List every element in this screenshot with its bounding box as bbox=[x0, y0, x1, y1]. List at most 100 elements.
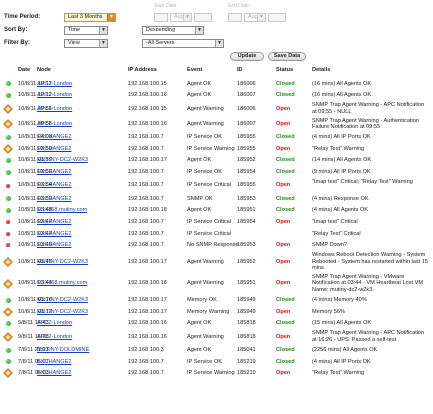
col-ip-header[interactable]: IP Address bbox=[128, 67, 157, 73]
cell-ip: 192.168.100.16 bbox=[128, 333, 167, 340]
table-row[interactable]: 10/8/11 09:56 APC1-London 192.168.100.15 Ag… bbox=[0, 101, 433, 116]
cell-node[interactable]: EXCHANGE2 bbox=[37, 370, 72, 376]
start-day-field[interactable] bbox=[154, 13, 168, 22]
table-row[interactable]: 10/8/11 03:59 MUTINY-DC2-W2K3 192.168.100.… bbox=[0, 155, 433, 167]
table-row[interactable]: 10/8/11 03:47 EXCHANGE2 192.168.100.7 IP Se… bbox=[0, 228, 433, 240]
col-details-header[interactable]: Details bbox=[312, 67, 330, 73]
cell-status: Closed bbox=[276, 207, 295, 214]
time-period-select[interactable]: Last 3 Months ▼ bbox=[64, 13, 116, 22]
cell-node[interactable]: APC1-London bbox=[37, 81, 72, 87]
cell-ip: 192.168.100.17 bbox=[128, 157, 167, 164]
cell-node[interactable]: EXCHANGE2 bbox=[37, 196, 72, 202]
cell-node[interactable]: APC2-London bbox=[37, 334, 72, 340]
table-row[interactable]: 10/8/11 04:03 EXCHANGE2 192.168.100.7 IP Se… bbox=[0, 132, 433, 144]
cell-node[interactable]: MUTINY-DC2-W2K3 bbox=[37, 309, 88, 315]
cell-id: 185219 bbox=[237, 370, 256, 377]
cell-event: Agent Warning bbox=[187, 105, 224, 112]
cell-node[interactable]: EXCHANGE2 bbox=[37, 242, 72, 248]
cell-node[interactable]: APC2-London bbox=[37, 92, 72, 98]
cell-event: IP Service Warning bbox=[187, 145, 235, 152]
end-day-field[interactable] bbox=[228, 13, 242, 22]
table-row[interactable]: 7/8/11 21:23 MUTINY-DOLDMINE 192.168.100.3… bbox=[0, 344, 433, 356]
table-row[interactable]: 10/8/11 03:46 EXCHANGE2 192.168.100.7 No SN… bbox=[0, 240, 433, 252]
cell-node[interactable]: ESX368.mutiny.com bbox=[37, 207, 87, 213]
cell-id: 185818 bbox=[237, 333, 256, 340]
cell-node[interactable]: ESX368.mutiny.com bbox=[37, 280, 87, 286]
sort-order-value: Descending bbox=[146, 27, 176, 33]
table-row[interactable]: 9/8/11 16:43 APC2-London 192.168.100.16 Age… bbox=[0, 318, 433, 330]
cell-details: SNMP Trap Agent Warning - Authentication… bbox=[312, 117, 419, 130]
cell-node[interactable]: EXCHANGE2 bbox=[37, 231, 72, 237]
cell-event: IP Service OK bbox=[187, 358, 223, 365]
cell-details: SNMP Trap Agent Warning - VMware Notific… bbox=[312, 273, 423, 293]
table-row[interactable]: 10/8/11 03:48 ESX368.mutiny.com 192.168.10… bbox=[0, 205, 433, 217]
col-status-header[interactable]: Status bbox=[276, 67, 293, 73]
ok-dot-icon bbox=[3, 344, 13, 356]
cell-event: IP Service Critical bbox=[187, 218, 232, 225]
table-row[interactable]: 10/8/11 09:56 APC2-London 192.168.100.16 Ag… bbox=[0, 116, 433, 131]
cell-node[interactable]: EXCHANGE2 bbox=[37, 169, 72, 175]
server-filter-select[interactable]: -All Servers ▼ bbox=[142, 39, 224, 48]
chevron-down-icon: ▼ bbox=[183, 14, 191, 21]
end-year-field[interactable] bbox=[268, 13, 286, 22]
cell-status: Open bbox=[276, 182, 291, 189]
table-row[interactable]: 10/8/11 03:54 EXCHANGE2 192.168.100.7 IP Se… bbox=[0, 178, 433, 193]
cell-node[interactable]: EXCHANGE2 bbox=[37, 134, 72, 140]
table-row[interactable]: 10/8/11 03:44 ESX368.mutiny.com 192.168.10… bbox=[0, 273, 433, 295]
table-row[interactable]: 10/8/11 03:47 EXCHANGE2 192.168.100.7 IP Se… bbox=[0, 216, 433, 228]
sort-order-select[interactable]: Descending ▼ bbox=[142, 26, 204, 35]
cell-event: IP Service Critical bbox=[187, 230, 232, 237]
cell-id: 186007 bbox=[237, 92, 256, 99]
table-row[interactable]: 10/8/11 03:45 MUTINY-DC2-W2K3 192.168.100.… bbox=[0, 251, 433, 273]
table-row[interactable]: 10/8/11 03:16 MUTINY-DC2-W2K3 192.168.100.… bbox=[0, 294, 433, 306]
cell-details: (14 mins) All Agents OK bbox=[312, 157, 372, 164]
cell-id: 185949 bbox=[237, 296, 256, 303]
save-data-button[interactable]: Save Data bbox=[268, 52, 306, 61]
col-node-header[interactable]: Node bbox=[37, 67, 51, 73]
cell-node[interactable]: MUTINY-DC2-W2K3 bbox=[37, 157, 88, 163]
cell-details: "Relay Test" Critical bbox=[312, 230, 361, 237]
start-month-select[interactable]: Aug ▼ bbox=[170, 13, 192, 22]
update-button[interactable]: Update bbox=[230, 52, 264, 61]
filter-by-select[interactable]: View ▼ bbox=[64, 39, 108, 48]
cell-node[interactable]: EXCHANGE2 bbox=[37, 219, 72, 225]
cell-details: (4 mins) All IP Ports OK bbox=[312, 358, 371, 365]
end-month-select[interactable]: Aug ▼ bbox=[244, 13, 266, 22]
table-row[interactable]: 9/8/11 16:28 APC2-London 192.168.100.16 Age… bbox=[0, 329, 433, 344]
cell-status: Open bbox=[276, 280, 291, 287]
table-row[interactable]: 10/8/11 03:56 EXCHANGE2 192.168.100.7 IP Se… bbox=[0, 166, 433, 178]
start-year-field[interactable] bbox=[194, 13, 212, 22]
sort-by-select[interactable]: Time ▼ bbox=[64, 26, 108, 35]
cell-node[interactable]: MUTINY-DOLDMINE bbox=[37, 347, 89, 353]
chevron-down-icon: ▼ bbox=[257, 14, 265, 21]
cell-node[interactable]: MUTINY-DC2-W2K3 bbox=[37, 297, 88, 303]
chevron-down-icon: ▼ bbox=[195, 27, 203, 34]
table-row[interactable]: 10/8/11 10:12 APC1-London 192.168.100.15 Ag… bbox=[0, 78, 433, 90]
cell-node[interactable]: EXCHANGE2 bbox=[37, 359, 72, 365]
cell-ip: 192.168.100.7 bbox=[128, 358, 164, 365]
cell-node[interactable]: EXCHANGE2 bbox=[37, 182, 72, 188]
cell-node[interactable]: APC2-London bbox=[37, 121, 72, 127]
filter-by-value: View bbox=[68, 40, 80, 46]
cell-ip: 192.168.100.7 bbox=[128, 218, 164, 225]
table-row[interactable]: 7/8/11 05:03 EXCHANGE2 192.168.100.7 IP Ser… bbox=[0, 368, 433, 380]
cell-event: IP Service Critical bbox=[187, 182, 232, 189]
table-row[interactable]: 10/8/11 10:12 APC2-London 192.168.100.16 Ag… bbox=[0, 90, 433, 102]
cell-node[interactable]: APC1-London bbox=[37, 106, 72, 112]
col-date-header[interactable]: Date bbox=[18, 67, 30, 73]
col-id-header[interactable]: ID bbox=[237, 67, 243, 73]
table-row[interactable]: 10/8/11 03:59 EXCHANGE2 192.168.100.7 IP Se… bbox=[0, 143, 433, 155]
cell-node[interactable]: MUTINY-DC2-W2K3 bbox=[37, 259, 88, 265]
warning-diamond-icon bbox=[3, 251, 13, 273]
col-event-header[interactable]: Event bbox=[187, 67, 202, 73]
cell-status: Open bbox=[276, 120, 291, 127]
cell-ip: 192.168.100.7 bbox=[128, 145, 164, 152]
table-row[interactable]: 10/8/11 03:12 MUTINY-DC2-W2K3 192.168.100.… bbox=[0, 306, 433, 318]
critical-dot-icon bbox=[3, 240, 13, 252]
table-row[interactable]: 7/8/11 05:07 EXCHANGE2 192.168.100.7 IP Ser… bbox=[0, 356, 433, 368]
cell-node[interactable]: EXCHANGE2 bbox=[37, 146, 72, 152]
cell-status: Closed bbox=[276, 296, 295, 303]
cell-node[interactable]: APC2-London bbox=[37, 320, 72, 326]
table-row[interactable]: 10/8/11 03:50 EXCHANGE2 192.168.100.7 SNMP … bbox=[0, 193, 433, 205]
chevron-down-icon: ▼ bbox=[215, 40, 223, 47]
